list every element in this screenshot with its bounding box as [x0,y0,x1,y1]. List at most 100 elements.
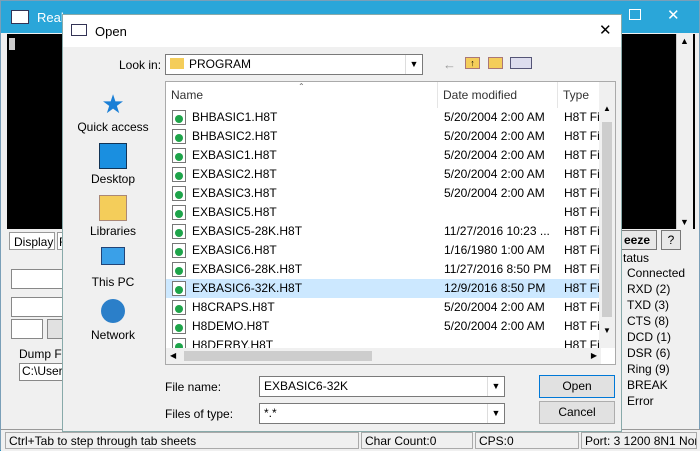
file-type: H8T Fi [564,148,600,162]
file-date: 1/16/1980 1:00 AM [444,243,545,257]
column-type[interactable]: Type [558,82,603,108]
nav-libraries[interactable]: Libraries [73,195,153,238]
file-row[interactable]: EXBASIC1.H8T 5/20/2004 2:00 AM H8T Fi [166,146,601,165]
file-row[interactable]: H8CRAPS.H8T 5/20/2004 2:00 AM H8T Fi [166,298,601,317]
nav-label-desktop: Desktop [90,172,136,186]
file-name: EXBASIC2.H8T [192,167,277,181]
file-row[interactable]: H8DEMO.H8T 5/20/2004 2:00 AM H8T Fi [166,317,601,336]
close-icon[interactable]: ✕ [667,6,680,24]
back-icon[interactable]: ← [443,57,456,72]
file-icon [172,243,186,258]
file-row[interactable]: EXBASIC2.H8T 5/20/2004 2:00 AM H8T Fi [166,165,601,184]
scroll-right-icon[interactable]: ▶ [591,351,597,360]
file-row[interactable]: EXBASIC6.H8T 1/16/1980 1:00 AM H8T Fi [166,241,601,260]
file-name-value: EXBASIC6-32K [264,379,349,393]
column-date[interactable]: Date modified [438,82,558,108]
nav-desktop[interactable]: Desktop [73,143,153,186]
file-type: H8T Fi [564,224,600,238]
dialog-close-icon[interactable]: ✕ [599,21,612,39]
scroll-left-icon[interactable]: ◀ [170,351,176,360]
network-icon [101,299,125,323]
files-of-type-label: Files of type: [165,407,234,421]
file-list[interactable]: ⌃ Name Date modified Type BHBASIC1.H8T 5/… [165,81,616,365]
nav-quick-access[interactable]: ★ Quick access [73,91,153,134]
bg-input-3[interactable] [11,319,43,339]
terminal-scrollbar[interactable]: ▲ ▼ [676,34,693,229]
file-date: 5/20/2004 2:00 AM [444,300,545,314]
status-hint: Ctrl+Tab to step through tab sheets [5,432,359,449]
file-name: H8DEMO.H8T [192,319,270,333]
nav-label-quick-access: Quick access [77,120,149,134]
file-row[interactable]: EXBASIC5.H8T H8T Fi [166,203,601,222]
nav-label-this-pc: This PC [91,275,135,289]
file-name: EXBASIC3.H8T [192,186,277,200]
view-menu-icon[interactable] [510,57,532,69]
file-row[interactable]: EXBASIC6-28K.H8T 11/27/2016 8:50 PM H8T Fi [166,260,601,279]
scroll-up-icon[interactable]: ▲ [680,36,689,46]
cancel-button[interactable]: Cancel [539,401,615,424]
new-folder-icon[interactable] [488,57,503,69]
file-row[interactable]: BHBASIC1.H8T 5/20/2004 2:00 AM H8T Fi [166,108,601,127]
status-dsr: DSR (6) [627,346,671,360]
dump-file-input[interactable]: C:\Users [19,363,63,381]
nav-label-libraries: Libraries [89,224,137,238]
vertical-scroll-thumb[interactable] [602,122,612,317]
status-ring: Ring (9) [627,362,670,376]
status-connected: Connected [627,266,686,280]
open-button[interactable]: Open [539,375,615,398]
file-row[interactable]: BHBASIC2.H8T 5/20/2004 2:00 AM H8T Fi [166,127,601,146]
file-icon [172,262,186,277]
open-dialog: Open ✕ Look in: PROGRAM ▼ ← ↑ ★ Quick ac… [62,14,622,432]
look-in-select[interactable]: PROGRAM ▼ [165,54,423,75]
status-txd: TXD (3) [627,298,669,312]
file-date: 5/20/2004 2:00 AM [444,148,545,162]
status-group: tatus Connected RXD (2) TXD (3) CTS (8) … [621,251,699,416]
file-date: 5/20/2004 2:00 AM [444,186,545,200]
chevron-down-icon[interactable]: ▼ [487,377,504,396]
dialog-app-icon [71,24,87,36]
bg-button-0[interactable] [47,319,63,339]
scroll-down-icon[interactable]: ▼ [680,217,689,227]
file-name: H8CRAPS.H8T [192,300,275,314]
file-icon [172,338,186,348]
vertical-scrollbar[interactable]: ▲ ▼ [599,82,615,348]
files-of-type-select[interactable]: *.* ▼ [259,403,505,424]
status-break: BREAK [627,378,668,392]
file-row[interactable]: H8DERBY.H8T H8T Fi [166,336,601,348]
nav-network[interactable]: Network [73,299,153,342]
file-icon [172,186,186,201]
file-row[interactable]: EXBASIC3.H8T 5/20/2004 2:00 AM H8T Fi [166,184,601,203]
bg-input-2[interactable] [11,297,63,317]
file-type: H8T Fi [564,319,600,333]
status-group-title: tatus [623,251,650,265]
file-type: H8T Fi [564,167,600,181]
file-name-input[interactable]: EXBASIC6-32K ▼ [259,376,505,397]
folder-icon [170,58,184,69]
scroll-up-icon[interactable]: ▲ [603,104,611,113]
maximize-icon[interactable] [629,9,641,20]
bg-input-1[interactable] [11,269,63,289]
freeze-button[interactable]: eeze [621,230,657,250]
horizontal-scroll-thumb[interactable] [184,351,372,361]
terminal-cursor [9,38,15,50]
file-row[interactable]: EXBASIC5-28K.H8T 11/27/2016 10:23 ... H8T … [166,222,601,241]
horizontal-scrollbar[interactable]: ◀ ▶ [166,348,601,364]
status-error: Error [627,394,654,408]
chevron-down-icon[interactable]: ▼ [487,404,504,423]
files-of-type-value: *.* [264,406,277,420]
file-name: EXBASIC6-32K.H8T [192,281,303,295]
file-name-label: File name: [165,380,222,394]
file-date: 11/27/2016 8:50 PM [444,262,552,276]
up-folder-icon[interactable]: ↑ [465,57,480,69]
chevron-down-icon[interactable]: ▼ [405,55,422,74]
nav-this-pc[interactable]: This PC [73,247,153,289]
column-name[interactable]: Name [166,82,438,108]
file-icon [172,319,186,334]
scroll-down-icon[interactable]: ▼ [603,326,611,335]
help-button[interactable]: ? [661,230,681,250]
file-row[interactable]: EXBASIC6-32K.H8T 12/9/2016 8:50 PM H8T Fi [166,279,601,298]
background-title: Real [37,10,64,25]
libraries-icon [99,195,127,221]
file-name: EXBASIC5.H8T [192,205,277,219]
tab-display[interactable]: Display [9,232,55,250]
